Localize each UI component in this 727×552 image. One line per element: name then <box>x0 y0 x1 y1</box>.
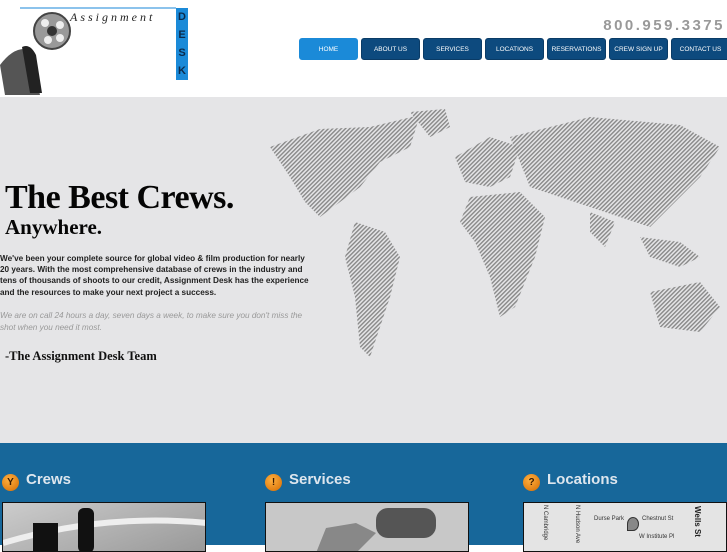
wrench-icon: Y <box>2 474 19 491</box>
header: Assignment DESK 800.959.3375 HOME ABOUT … <box>0 0 727 97</box>
logo-wordmark: Assignment <box>70 10 156 24</box>
hero-title: The Best Crews. <box>5 179 234 216</box>
feature-band: Y Crews ! Services ? Locations Durse Par… <box>0 443 727 552</box>
main-nav: HOME ABOUT US SERVICES LOCATIONS RESERVA… <box>299 38 727 60</box>
question-icon: ? <box>523 474 540 491</box>
map-label: W Institute Pl <box>639 534 675 540</box>
bulb-icon: ! <box>265 474 282 491</box>
nav-crew-sign-up[interactable]: CREW SIGN UP <box>609 38 668 60</box>
phone-number: 800.959.3375 <box>603 17 725 34</box>
nav-locations[interactable]: LOCATIONS <box>485 38 544 60</box>
nav-reservations[interactable]: RESERVATIONS <box>547 38 606 60</box>
map-label: Durse Park <box>594 516 625 522</box>
hero-signature: -The Assignment Desk Team <box>5 349 157 363</box>
nav-home[interactable]: HOME <box>299 38 358 60</box>
map-label: N Hudson Ave <box>574 505 580 544</box>
nav-contact-us[interactable]: CONTACT US <box>671 38 727 60</box>
logo[interactable]: Assignment DESK <box>0 5 190 95</box>
hero-note: We are on call 24 hours a day, seven day… <box>0 311 303 332</box>
nav-services[interactable]: SERVICES <box>423 38 482 60</box>
map-marker-icon[interactable] <box>627 517 639 531</box>
world-map-image <box>270 109 720 357</box>
map-label: N Cambridge <box>542 505 548 541</box>
nav-about-us[interactable]: ABOUT US <box>361 38 420 60</box>
hero: The Best Crews. Anywhere. We've been you… <box>0 97 727 443</box>
logo-desk: DESK <box>176 8 188 80</box>
hero-subtitle: Anywhere. <box>5 215 103 239</box>
section-title[interactable]: Locations <box>547 471 618 488</box>
map-label-wells-st: Wells St <box>693 506 702 537</box>
section-title[interactable]: Services <box>289 471 351 488</box>
hero-intro: We've been your complete source for glob… <box>0 254 309 297</box>
section-title[interactable]: Crews <box>26 471 71 488</box>
map-label: Chestnut St <box>642 516 674 522</box>
film-reel-icon <box>0 12 71 95</box>
